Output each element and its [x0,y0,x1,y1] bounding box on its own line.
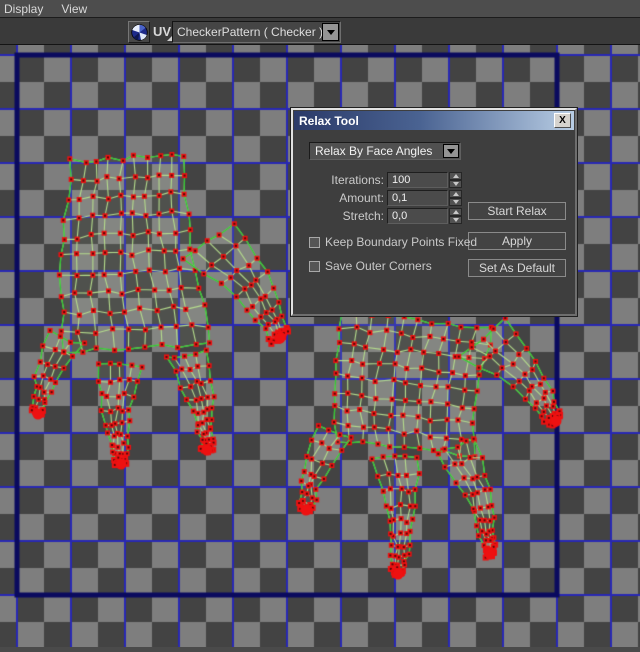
spinner-down-icon [452,218,459,222]
menu-item-view[interactable]: View [52,0,96,17]
close-icon: X [559,115,566,126]
iterations-label: Iterations: [331,173,384,187]
spinner-down-icon [452,182,459,186]
dropdown-arrow-button[interactable] [322,23,339,41]
iterations-field[interactable]: 100 [387,172,448,188]
relax-tool-dialog: Relax Tool X Relax By Face Angles Iterat… [291,108,577,316]
amount-label: Amount: [339,191,384,205]
keep-boundary-checkbox-row: Keep Boundary Points Fixed [309,235,478,249]
spinner-up-icon [452,174,459,178]
relax-method-select[interactable]: Relax By Face Angles [309,142,461,160]
checker-sphere-icon [130,23,148,41]
save-corners-label: Save Outer Corners [325,259,432,273]
amount-spinner [449,190,462,206]
spinner-up-icon [452,192,459,196]
keep-boundary-label: Keep Boundary Points Fixed [325,235,478,249]
spinner-down-button[interactable] [449,180,462,188]
uv-flyout-button[interactable]: UV [152,22,172,42]
texture-pattern-select[interactable]: CheckerPattern ( Checker ) [172,21,341,43]
method-dropdown-arrow-button[interactable] [443,144,459,158]
relax-method-value: Relax By Face Angles [315,144,433,158]
set-as-default-button[interactable]: Set As Default [468,259,566,277]
start-relax-button[interactable]: Start Relax [468,202,566,220]
dialog-title-bar[interactable]: Relax Tool X [294,111,574,130]
menu-bar: Display View [0,0,640,18]
save-corners-checkbox[interactable] [309,260,320,272]
menu-item-display[interactable]: Display [0,0,52,17]
chevron-down-icon [326,29,335,35]
spinner-up-button[interactable] [449,172,462,180]
dialog-title: Relax Tool [299,113,359,128]
apply-button[interactable]: Apply [468,232,566,250]
close-button[interactable]: X [554,113,571,128]
spinner-down-button[interactable] [449,216,462,224]
keep-boundary-checkbox[interactable] [309,236,320,248]
amount-field[interactable]: 0,1 [387,190,448,206]
texture-pattern-value: CheckerPattern ( Checker ) [177,25,324,39]
stretch-field[interactable]: 0,0 [387,208,448,224]
spinner-up-button[interactable] [449,190,462,198]
iterations-spinner [449,172,462,188]
window-bottom-edge [0,647,640,652]
spinner-up-icon [452,210,459,214]
material-pattern-button[interactable] [128,21,150,43]
stretch-spinner [449,208,462,224]
spinner-up-button[interactable] [449,208,462,216]
stretch-label: Stretch: [342,209,384,223]
spinner-down-icon [452,200,459,204]
save-corners-checkbox-row: Save Outer Corners [309,259,432,273]
uv-toolbar: UV CheckerPattern ( Checker ) [0,19,640,45]
spinner-down-button[interactable] [449,198,462,206]
chevron-down-icon [447,148,455,154]
